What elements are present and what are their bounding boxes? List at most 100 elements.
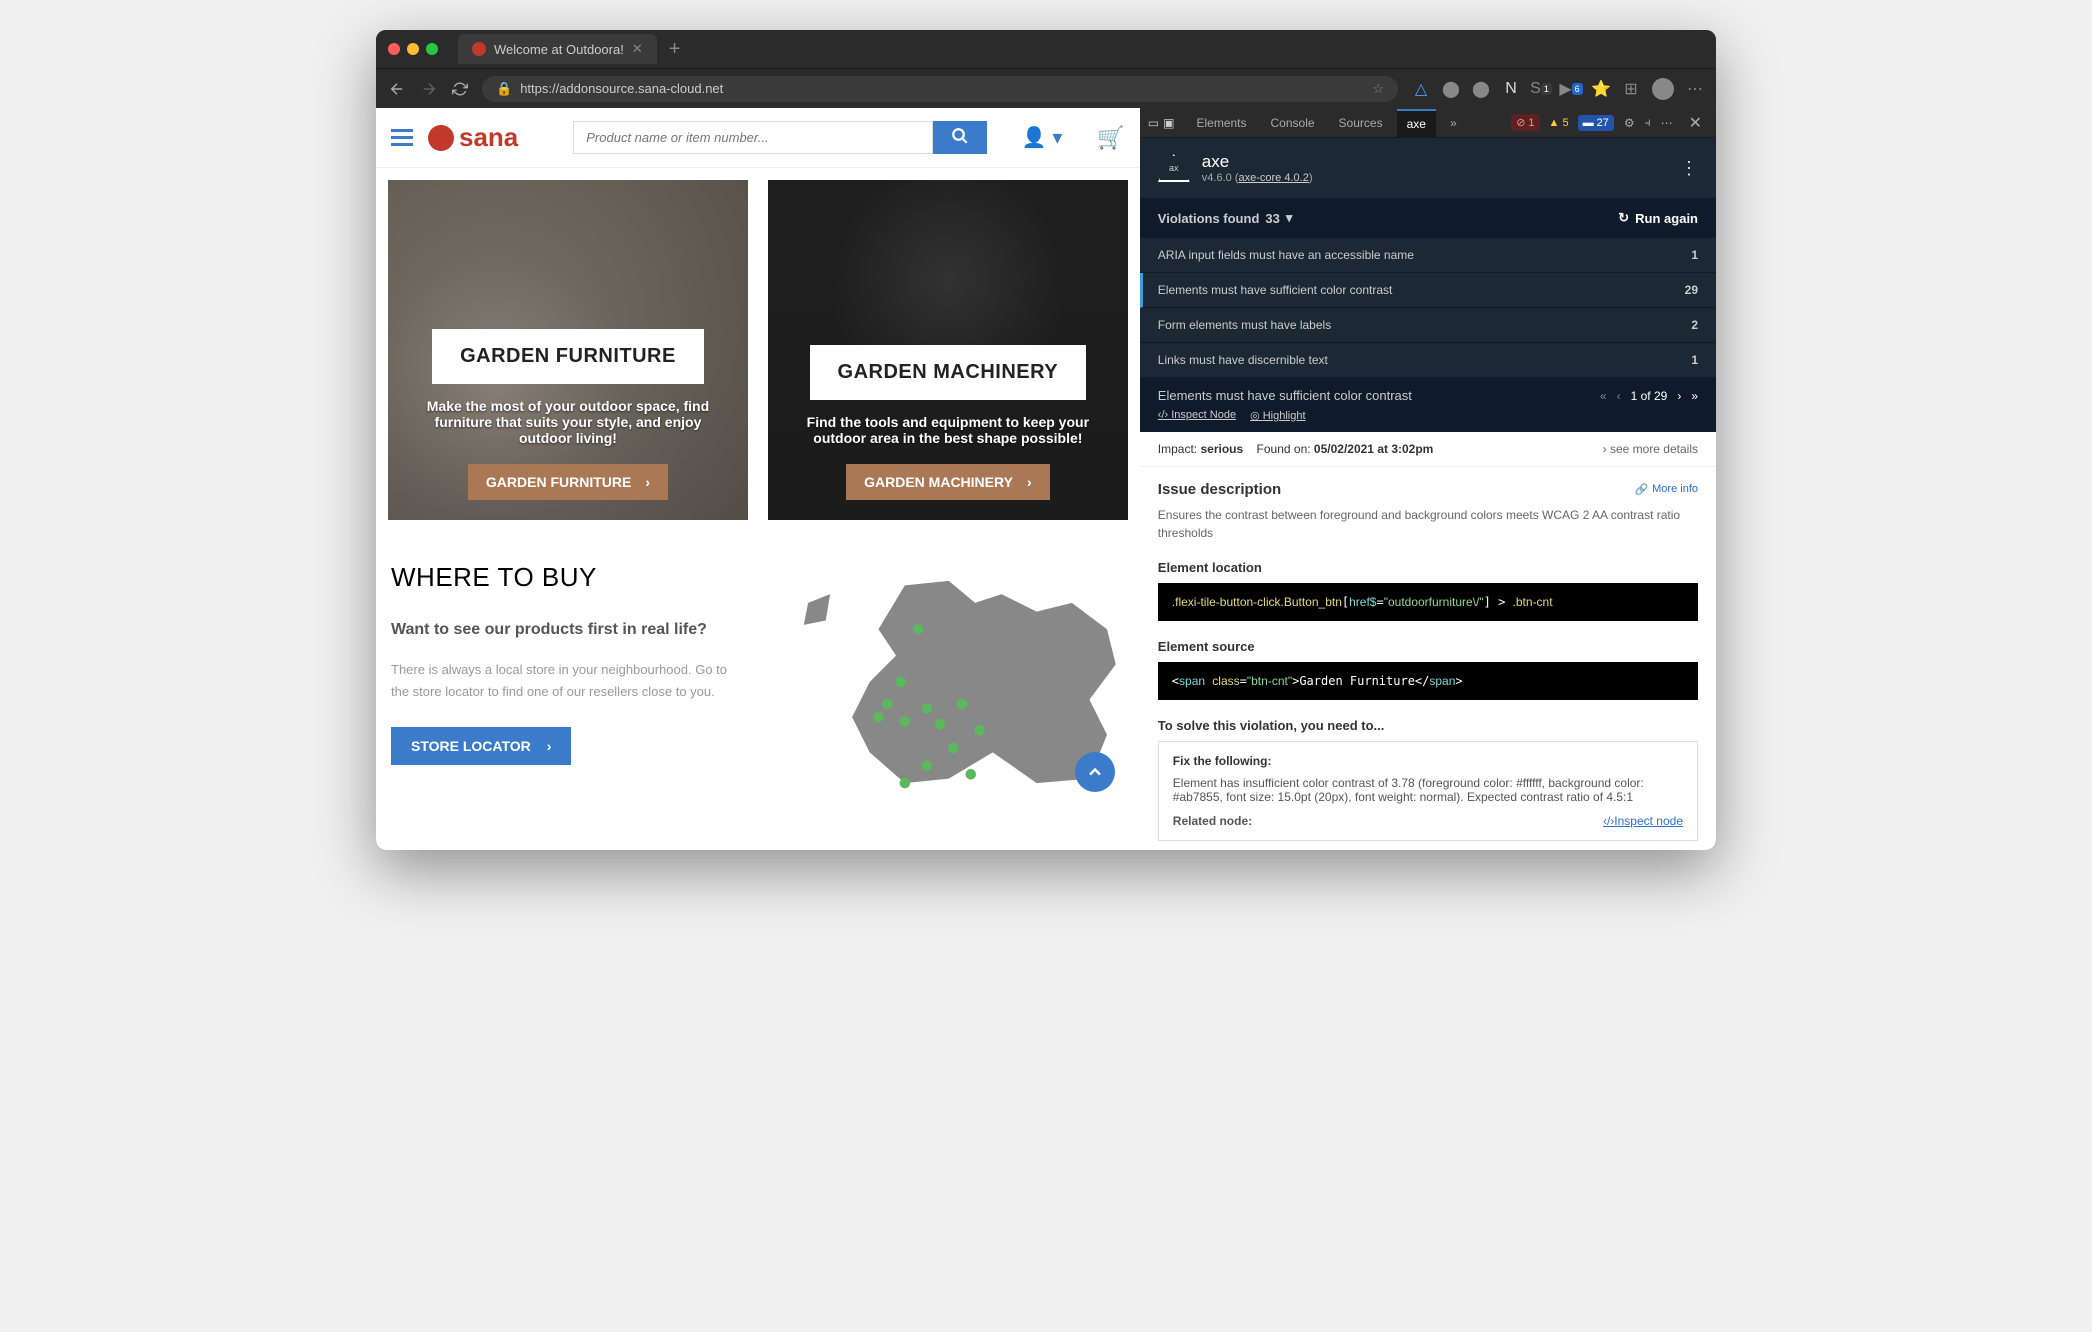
search-input[interactable]	[573, 121, 933, 154]
settings-icon[interactable]: ⚙	[1618, 116, 1641, 130]
site-logo[interactable]: sana	[428, 122, 518, 153]
related-node-heading: Related node:	[1173, 814, 1252, 828]
window-titlebar: Welcome at Outdoora! ✕ +	[376, 30, 1716, 68]
extension-icon[interactable]: ▶6	[1562, 80, 1580, 98]
favorites-icon[interactable]: ⭐	[1592, 80, 1610, 98]
garden-machinery-button[interactable]: GARDEN MACHINERY›	[846, 464, 1050, 500]
tile-garden-furniture: GARDEN FURNITURE Make the most of your o…	[388, 180, 748, 520]
highlight-link[interactable]: ◎ Highlight	[1250, 409, 1305, 422]
warning-count[interactable]: ▲ 5	[1544, 115, 1574, 131]
see-more-details-button[interactable]: › see more details	[1603, 442, 1698, 456]
extension-axe-icon[interactable]: △	[1412, 80, 1430, 98]
tab-elements[interactable]: Elements	[1186, 110, 1256, 136]
violations-bar: Violations found 33 ▾ ↻ Run again	[1140, 198, 1716, 238]
tab-title: Welcome at Outdoora!	[494, 42, 624, 57]
inspect-node-link[interactable]: ‹/› Inspect Node	[1158, 409, 1236, 422]
chevron-down-icon[interactable]: ▾	[1286, 210, 1293, 226]
more-tabs-button[interactable]: »	[1440, 110, 1467, 136]
more-options-button[interactable]: ⋯	[1655, 116, 1679, 130]
store-locator-button[interactable]: STORE LOCATOR›	[391, 727, 571, 765]
new-tab-button[interactable]: +	[669, 38, 681, 61]
refresh-button[interactable]	[452, 81, 468, 97]
tile-desc: Find the tools and equipment to keep you…	[788, 414, 1108, 446]
issue-header: Elements must have sufficient color cont…	[1140, 378, 1716, 432]
address-bar: 🔒 https://addonsource.sana-cloud.net ☆ △…	[376, 68, 1716, 108]
device-toggle-icon[interactable]: ▭	[1148, 116, 1159, 130]
more-info-link[interactable]: 🔗 More info	[1634, 483, 1698, 496]
prev-issue-button[interactable]: ‹	[1617, 389, 1621, 403]
axe-logo-icon: ax	[1158, 154, 1190, 182]
minimize-window-button[interactable]	[407, 43, 419, 55]
browser-tab[interactable]: Welcome at Outdoora! ✕	[458, 34, 657, 64]
tile-desc: Make the most of your outdoor space, fin…	[408, 398, 728, 446]
tab-console[interactable]: Console	[1261, 110, 1325, 136]
element-location-heading: Element location	[1158, 560, 1698, 575]
page-content: sana 👤 ▾ 🛒 GARDEN FURNITURE Make the mos…	[376, 108, 1140, 850]
tile-garden-machinery: GARDEN MACHINERY Find the tools and equi…	[768, 180, 1128, 520]
store-map[interactable]	[773, 562, 1125, 807]
logo-icon	[428, 125, 454, 151]
issue-counter: 1 of 29	[1631, 389, 1668, 403]
profile-avatar[interactable]	[1652, 78, 1674, 100]
user-menu-button[interactable]: 👤 ▾	[1022, 125, 1063, 150]
violation-rule[interactable]: Elements must have sufficient color cont…	[1140, 273, 1716, 308]
violation-rule[interactable]: Links must have discernible text1	[1140, 343, 1716, 378]
favicon-icon	[472, 42, 486, 56]
element-location-code: .flexi-tile-button-click.Button_btn[href…	[1158, 583, 1698, 621]
collections-icon[interactable]: ⊞	[1622, 80, 1640, 98]
close-tab-button[interactable]: ✕	[632, 41, 643, 57]
devtools-panel: ▭ ▣ Elements Console Sources axe » ⊘ 1 ▲…	[1140, 108, 1716, 850]
issue-title: Elements must have sufficient color cont…	[1158, 388, 1582, 403]
where-subtitle: Want to see our products first in real l…	[391, 621, 743, 639]
tab-axe[interactable]: axe	[1397, 109, 1436, 137]
tile-title: GARDEN FURNITURE	[432, 329, 704, 384]
dock-icon[interactable]: ⫞	[1645, 115, 1651, 130]
hamburger-menu-button[interactable]	[391, 129, 413, 146]
axe-menu-button[interactable]: ⋮	[1680, 158, 1698, 179]
axe-version: v4.6.0 (axe-core 4.0.2)	[1202, 172, 1313, 184]
last-issue-button[interactable]: »	[1691, 389, 1698, 403]
extension-icon[interactable]: ⬤	[1442, 80, 1460, 98]
cart-button[interactable]: 🛒	[1097, 125, 1124, 151]
axe-header: ax axe v4.6.0 (axe-core 4.0.2) ⋮	[1140, 138, 1716, 198]
fix-box: Fix the following: Element has insuffici…	[1158, 741, 1698, 841]
error-count[interactable]: ⊘ 1	[1511, 114, 1539, 131]
search-button[interactable]	[933, 121, 987, 154]
issue-desc-heading: Issue description	[1158, 481, 1281, 498]
inspect-element-icon[interactable]: ▣	[1163, 116, 1174, 130]
run-again-button[interactable]: ↻ Run again	[1618, 210, 1698, 226]
scroll-to-top-button[interactable]	[1075, 752, 1115, 792]
next-issue-button[interactable]: ›	[1677, 389, 1681, 403]
url-text: https://addonsource.sana-cloud.net	[520, 81, 723, 96]
extension-icon[interactable]: N	[1502, 80, 1520, 98]
menu-button[interactable]: ⋯	[1686, 80, 1704, 98]
violation-rule[interactable]: ARIA input fields must have an accessibl…	[1140, 238, 1716, 273]
close-devtools-button[interactable]: ✕	[1683, 113, 1708, 133]
tile-title: GARDEN MACHINERY	[810, 345, 1087, 400]
element-source-heading: Element source	[1158, 639, 1698, 654]
issue-description: Ensures the contrast between foreground …	[1158, 506, 1698, 542]
forward-button[interactable]	[420, 80, 438, 98]
extension-icon[interactable]: ⬤	[1472, 80, 1490, 98]
url-box[interactable]: 🔒 https://addonsource.sana-cloud.net ☆	[482, 76, 1398, 102]
tab-sources[interactable]: Sources	[1329, 110, 1393, 136]
back-button[interactable]	[388, 80, 406, 98]
inspect-node-link[interactable]: ‹/›Inspect node	[1603, 814, 1683, 828]
where-title: WHERE TO BUY	[391, 562, 743, 593]
close-window-button[interactable]	[388, 43, 400, 55]
element-source-code: <span class="btn-cnt">Garden Furniture</…	[1158, 662, 1698, 700]
impact-info: Impact: serious Found on: 05/02/2021 at …	[1158, 442, 1434, 456]
where-text: There is always a local store in your ne…	[391, 659, 743, 703]
info-count[interactable]: ▬ 27	[1578, 115, 1614, 131]
maximize-window-button[interactable]	[426, 43, 438, 55]
favorite-icon[interactable]: ☆	[1372, 81, 1384, 97]
axe-title: axe	[1202, 152, 1313, 172]
solve-heading: To solve this violation, you need to...	[1158, 718, 1698, 733]
extension-icon[interactable]: S1	[1532, 80, 1550, 98]
violation-rule[interactable]: Form elements must have labels2	[1140, 308, 1716, 343]
lock-icon: 🔒	[496, 81, 512, 97]
first-issue-button[interactable]: «	[1600, 389, 1607, 403]
fix-text: Element has insufficient color contrast …	[1173, 776, 1683, 804]
fix-heading: Fix the following:	[1173, 754, 1683, 768]
garden-furniture-button[interactable]: GARDEN FURNITURE›	[468, 464, 668, 500]
